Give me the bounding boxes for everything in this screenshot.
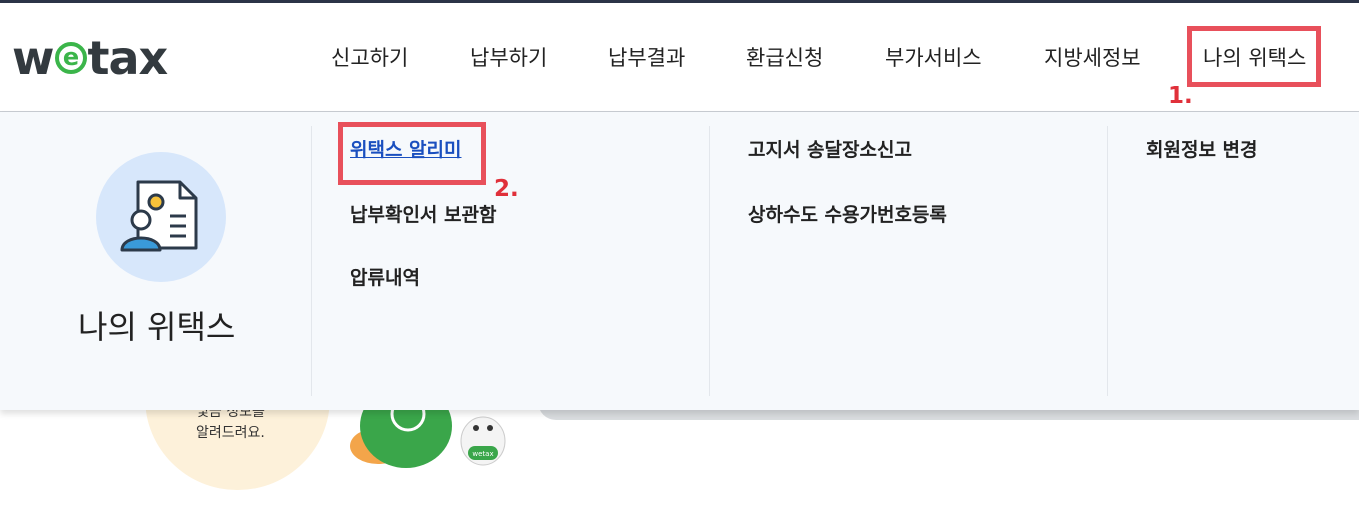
step1-label: 1. [1168,83,1193,109]
step2-label: 2. [494,176,519,202]
menu-link-payment-certificate-box[interactable]: 납부확인서 보관함 [350,202,496,228]
nav-item-payment-result[interactable]: 납부결과 [608,41,685,75]
promo-text: 및금 정보를 알려드려요. [196,410,265,444]
my-wetax-icon [96,152,226,282]
mascot-badge-text: wetax [472,450,493,458]
nav-item-local-tax-info[interactable]: 지방세정보 [1044,41,1141,75]
column-separator [709,126,710,396]
column-separator [311,126,312,396]
logo-text-tax: tax [87,31,169,85]
profile-document-icon [120,180,198,252]
nav-item-pay[interactable]: 납부하기 [470,41,547,75]
menu-link-edit-member-info[interactable]: 회원정보 변경 [1146,137,1258,163]
nav-item-report[interactable]: 신고하기 [331,41,408,75]
highlight-box-step2 [338,122,486,185]
logo-text-w: w [12,31,54,85]
panel-title: 나의 위택스 [78,308,236,346]
nav-item-extra-services[interactable]: 부가서비스 [885,41,982,75]
nav-item-refund[interactable]: 환급신청 [746,41,823,75]
promo-text-line2: 알려드려요. [196,425,265,441]
site-header: w e tax 신고하기 납부하기 납부결과 환급신청 부가서비스 지방세정보 나의… [0,3,1359,111]
logo-text-e: e [54,42,87,74]
highlight-box-step1 [1187,26,1321,87]
menu-link-notice-delivery-address[interactable]: 고지서 송달장소신고 [748,137,912,163]
background-content: 및금 정보를 알려드려요. wetax [0,370,1359,530]
promo-text-line1: 및금 정보를 [196,410,265,420]
dropdown-panel: 나의 위택스 위택스 알리미 2. 납부확인서 보관함 압류내역 고지서 송달장… [0,112,1359,410]
wetax-logo[interactable]: w e tax [12,31,169,85]
column-separator [1107,126,1108,396]
menu-link-water-customer-number[interactable]: 상하수도 수용가번호등록 [748,202,947,228]
menu-link-seizure-history[interactable]: 압류내역 [350,265,420,291]
